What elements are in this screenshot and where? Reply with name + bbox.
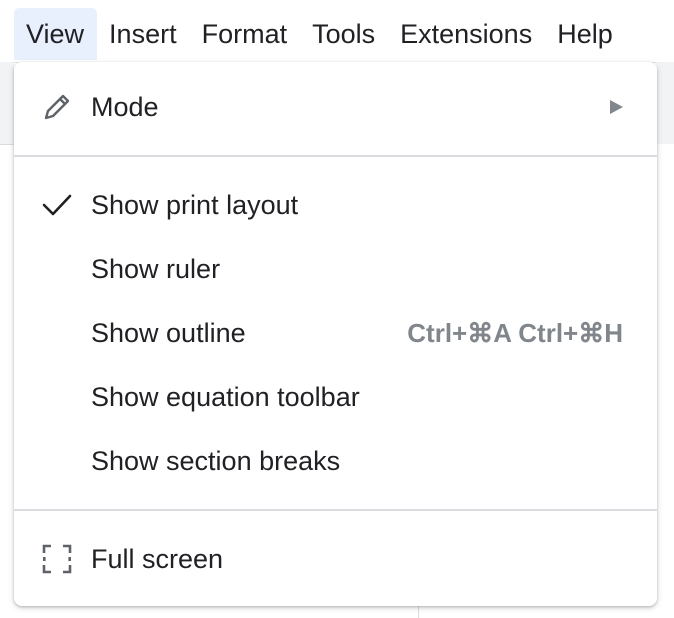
menu-format[interactable]: Format (190, 0, 301, 58)
menu-help[interactable]: Help (545, 0, 626, 58)
menu-item-show-equation-toolbar[interactable]: Show equation toolbar (14, 365, 657, 429)
menu-view[interactable]: View (14, 8, 98, 60)
menu-item-mode[interactable]: Mode (14, 75, 657, 139)
menu-item-show-ruler[interactable]: Show ruler (14, 237, 657, 301)
toolbar-divider (0, 144, 14, 145)
toolbar-background (0, 62, 14, 144)
menu-item-show-outline[interactable]: Show outline Ctrl+⌘A Ctrl+⌘H (14, 301, 657, 365)
menu-insert[interactable]: Insert (97, 0, 190, 58)
show-outline-shortcut: Ctrl+⌘A Ctrl+⌘H (407, 317, 623, 348)
show-equation-toolbar-label: Show equation toolbar (91, 381, 360, 412)
fullscreen-icon (40, 542, 74, 576)
show-ruler-label: Show ruler (91, 253, 221, 284)
app-window: View Insert Format Tools Extensions Help… (0, 0, 674, 618)
menu-item-show-print-layout[interactable]: Show print layout (14, 173, 657, 237)
menu-item-show-section-breaks[interactable]: Show section breaks (14, 429, 657, 493)
submenu-arrow-icon (610, 100, 623, 114)
menu-item-full-screen[interactable]: Full screen (14, 527, 657, 591)
full-screen-label: Full screen (91, 543, 224, 574)
view-menu-dropdown: Mode Show print layout Show ruler Show o… (14, 62, 657, 606)
menu-bar: View Insert Format Tools Extensions Help (14, 0, 626, 62)
checkmark-icon (40, 188, 74, 222)
mode-label: Mode (91, 91, 159, 122)
menu-extensions[interactable]: Extensions (388, 0, 545, 58)
menu-divider (14, 509, 657, 511)
show-outline-label: Show outline (91, 317, 246, 348)
toolbar-background-right (657, 62, 674, 144)
pencil-icon (40, 90, 74, 124)
show-print-layout-label: Show print layout (91, 189, 299, 220)
menu-divider (14, 155, 657, 157)
menu-tools[interactable]: Tools (300, 0, 388, 58)
show-section-breaks-label: Show section breaks (91, 445, 341, 476)
